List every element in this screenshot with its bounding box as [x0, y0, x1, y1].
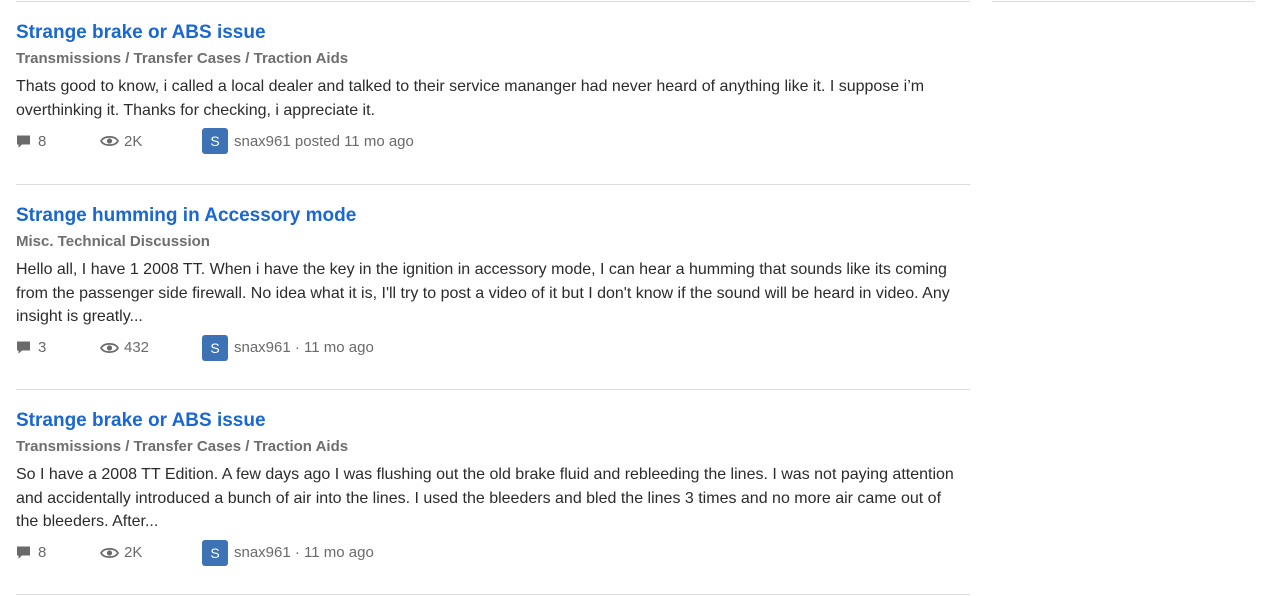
reply-count-value: 3	[38, 339, 47, 356]
view-count: 2K	[100, 128, 142, 154]
post-title-link[interactable]: Strange humming in Accessory mode	[16, 204, 970, 228]
post-item: Strange brake or ABS issue Transmissions…	[16, 409, 970, 566]
avatar[interactable]: S	[202, 128, 228, 154]
eye-icon	[100, 342, 119, 353]
view-count-value: 2K	[124, 132, 143, 150]
author-line[interactable]: snax961 · 11 mo ago	[234, 339, 374, 356]
feed-top-divider	[16, 1, 970, 2]
comment-icon	[17, 341, 30, 354]
reply-count-value: 8	[38, 544, 47, 561]
avatar[interactable]: S	[202, 334, 228, 361]
post-author: S snax961 · 11 mo ago	[202, 334, 374, 361]
reply-count-value: 8	[38, 132, 47, 150]
author-line[interactable]: snax961 · 11 mo ago	[234, 544, 374, 561]
post-divider	[16, 184, 970, 185]
post-excerpt: So I have a 2008 TT Edition. A few days …	[16, 466, 954, 530]
post-author: S snax961 posted 11 mo ago	[202, 128, 414, 154]
post-category-link[interactable]: Transmissions / Transfer Cases / Tractio…	[16, 438, 970, 456]
page: Strange brake or ABS issue Transmissions…	[0, 0, 1280, 596]
avatar[interactable]: S	[202, 539, 228, 566]
post-title-link[interactable]: Strange brake or ABS issue	[16, 409, 970, 433]
post-title-link[interactable]: Strange brake or ABS issue	[16, 21, 970, 45]
eye-icon	[100, 547, 119, 558]
view-count: 432	[100, 335, 149, 361]
reply-count: 8	[16, 540, 46, 566]
view-count-value: 432	[124, 339, 150, 356]
view-count: 2K	[100, 540, 142, 566]
post-item: Strange brake or ABS issue Transmissions…	[16, 21, 970, 154]
post-excerpt: Thats good to know, i called a local dea…	[16, 78, 925, 119]
eye-icon	[100, 135, 119, 147]
post-meta: 8 2K S snax961 · 11 mo ago	[16, 539, 970, 566]
post-divider	[16, 594, 970, 595]
sidebar-divider	[992, 1, 1255, 2]
post-item: Strange humming in Accessory mode Misc. …	[16, 204, 970, 361]
post-category-link[interactable]: Transmissions / Transfer Cases / Tractio…	[16, 50, 970, 68]
post-category-link[interactable]: Misc. Technical Discussion	[16, 233, 970, 251]
comment-icon	[17, 546, 30, 559]
comment-icon	[17, 135, 30, 148]
post-author: S snax961 · 11 mo ago	[202, 539, 374, 566]
reply-count: 8	[16, 128, 46, 154]
author-line[interactable]: snax961 posted 11 mo ago	[234, 133, 414, 150]
post-meta: 8 2K S snax961 posted 11 mo ago	[16, 128, 970, 154]
post-meta: 3 432 S snax961 · 11 mo ago	[16, 334, 970, 361]
post-divider	[16, 389, 970, 390]
post-excerpt: Hello all, I have 1 2008 TT. When i have…	[16, 261, 950, 325]
reply-count: 3	[16, 335, 46, 361]
view-count-value: 2K	[124, 544, 143, 561]
